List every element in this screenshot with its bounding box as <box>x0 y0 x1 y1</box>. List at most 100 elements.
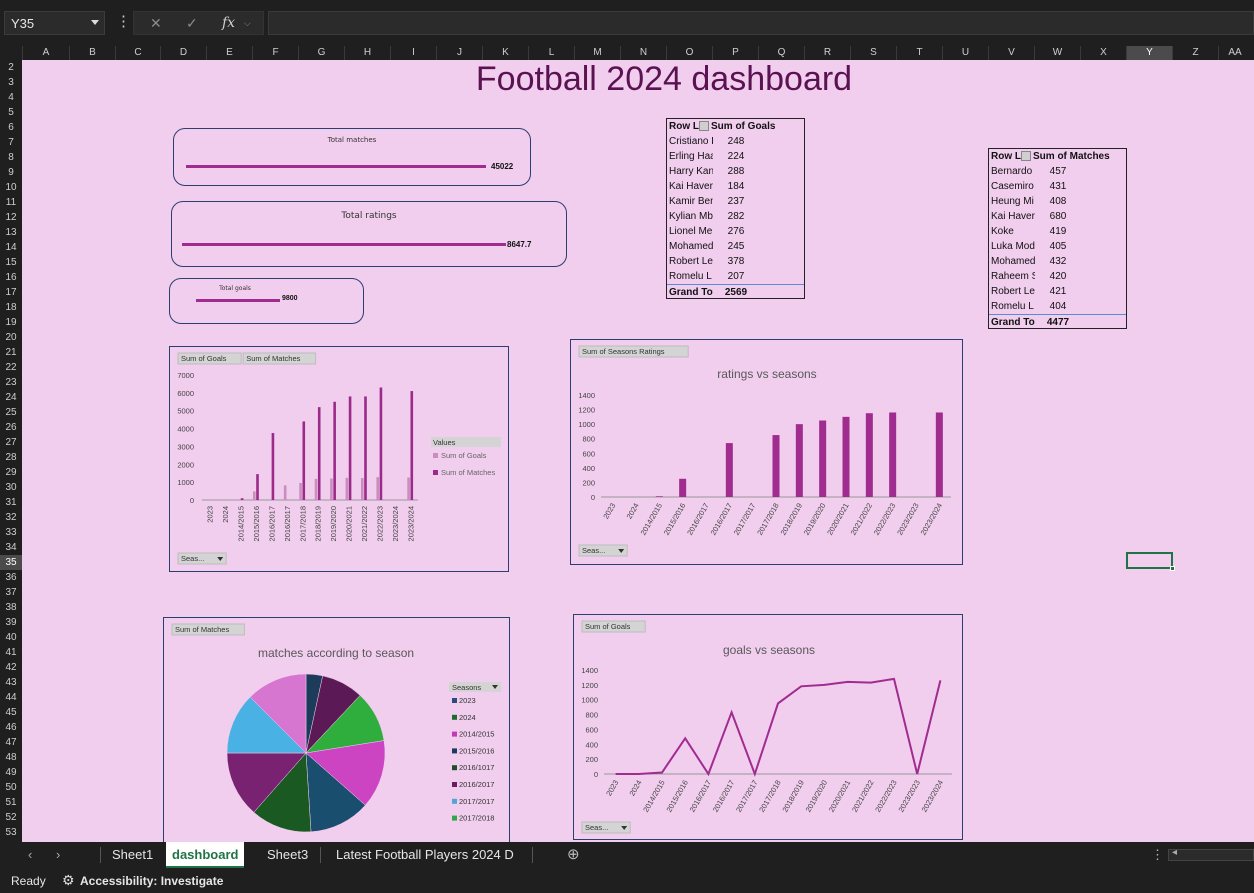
row-header[interactable]: 11 <box>0 195 22 210</box>
row-header[interactable]: 35 <box>0 555 22 570</box>
bar[interactable] <box>772 435 780 497</box>
filter-icon[interactable] <box>699 121 709 132</box>
column-header[interactable]: X <box>1080 46 1126 60</box>
select-all-corner[interactable] <box>0 46 22 60</box>
bar[interactable] <box>819 420 827 498</box>
row-header[interactable]: 53 <box>0 825 22 840</box>
row-header[interactable]: 28 <box>0 450 22 465</box>
row-header[interactable]: 16 <box>0 270 22 285</box>
row-header[interactable]: 29 <box>0 465 22 480</box>
bar[interactable] <box>348 396 352 500</box>
worksheet[interactable]: Football 2024 dashboard Total matches 45… <box>22 60 1254 842</box>
chart-goals-matches[interactable]: Sum of Goals Sum of Matches 0 1000 2000 3000 4… <box>169 346 509 572</box>
row-header[interactable]: 21 <box>0 345 22 360</box>
row-header[interactable]: 32 <box>0 510 22 525</box>
row-header[interactable]: 6 <box>0 120 22 135</box>
scroll-left-icon[interactable]: ‹ <box>22 842 38 868</box>
bar[interactable] <box>345 477 349 500</box>
row-header[interactable]: 20 <box>0 330 22 345</box>
column-header[interactable]: M <box>574 46 620 60</box>
kpi-total-matches[interactable]: Total matches 45022 <box>173 128 531 186</box>
row-header[interactable]: 43 <box>0 675 22 690</box>
bar[interactable] <box>253 491 256 500</box>
tab-dashboard[interactable]: dashboard <box>166 842 245 868</box>
column-header[interactable]: E <box>206 46 252 60</box>
row-header[interactable]: 44 <box>0 690 22 705</box>
row-header[interactable]: 34 <box>0 540 22 555</box>
column-header[interactable]: R <box>804 46 850 60</box>
tab-latest-football[interactable]: Latest Football Players 2024 D <box>330 842 520 868</box>
column-header[interactable]: B <box>69 46 115 60</box>
pivot-row[interactable]: Kai Havert 184 <box>667 179 804 194</box>
row-header[interactable]: 14 <box>0 240 22 255</box>
row-header[interactable]: 27 <box>0 435 22 450</box>
scroll-right-icon[interactable]: › <box>50 842 66 868</box>
column-header[interactable]: A <box>22 46 69 60</box>
chevron-down-icon[interactable]: ⌵ <box>244 18 251 29</box>
bar[interactable] <box>410 391 414 500</box>
column-header[interactable]: N <box>620 46 666 60</box>
column-header[interactable]: D <box>160 46 206 60</box>
bar[interactable] <box>889 412 897 497</box>
bar[interactable] <box>256 474 259 500</box>
row-header[interactable]: 41 <box>0 645 22 660</box>
scroll-left-icon[interactable]: ◂ <box>1172 847 1177 858</box>
pivot-row[interactable]: Cristiano R 248 <box>667 134 804 149</box>
add-sheet-icon[interactable]: ⊕ <box>561 842 586 868</box>
pivot-row[interactable]: Harry Kane 288 <box>667 164 804 179</box>
tab-sheet1[interactable]: Sheet1 <box>106 842 159 868</box>
pivot-row[interactable]: Casemiro 431 <box>989 179 1126 194</box>
formula-input[interactable] <box>268 11 1254 35</box>
bar[interactable] <box>379 387 383 501</box>
bar[interactable] <box>364 396 367 500</box>
more-options-icon[interactable]: ⋮ <box>1145 842 1170 868</box>
pivot-row[interactable]: Grand Tot 2569 <box>667 284 804 299</box>
column-header[interactable]: V <box>988 46 1034 60</box>
row-header[interactable]: 42 <box>0 660 22 675</box>
pivot-row[interactable]: Romelu L 207 <box>667 269 804 284</box>
row-header[interactable]: 3 <box>0 75 22 90</box>
pivot-row[interactable]: Raheem S 420 <box>989 269 1126 284</box>
column-header[interactable]: Z <box>1172 46 1218 60</box>
chart-goals-line[interactable]: Sum of Goals goals vs seasons 0 200 400 600 80… <box>573 614 963 840</box>
column-header[interactable]: O <box>666 46 712 60</box>
pivot-row[interactable]: Kamir Ben 237 <box>667 194 804 209</box>
tab-sheet3[interactable]: Sheet3 <box>261 842 314 868</box>
row-header[interactable]: 17 <box>0 285 22 300</box>
selected-cell[interactable] <box>1126 552 1175 571</box>
row-header[interactable]: 46 <box>0 720 22 735</box>
row-header[interactable]: 8 <box>0 150 22 165</box>
column-header[interactable]: K <box>482 46 528 60</box>
row-header[interactable]: 52 <box>0 810 22 825</box>
bar[interactable] <box>283 485 287 500</box>
bar[interactable] <box>333 401 336 500</box>
accessibility-icon[interactable]: ⚙ <box>62 872 75 889</box>
row-header[interactable]: 47 <box>0 735 22 750</box>
pivot-row[interactable]: Lionel Me 276 <box>667 224 804 239</box>
column-header[interactable]: J <box>436 46 482 60</box>
chevron-down-icon[interactable] <box>91 20 99 25</box>
kpi-total-goals[interactable]: Total goals 9800 <box>169 278 364 324</box>
row-header[interactable]: 9 <box>0 165 22 180</box>
row-header[interactable]: 30 <box>0 480 22 495</box>
row-header[interactable]: 7 <box>0 135 22 150</box>
pivot-row[interactable]: Romelu L 404 <box>989 299 1126 314</box>
pivot-row[interactable]: Mohamed 245 <box>667 239 804 254</box>
column-header[interactable]: L <box>528 46 574 60</box>
row-header[interactable]: 2 <box>0 60 22 75</box>
bar[interactable] <box>314 478 318 500</box>
name-box[interactable]: Y35 <box>4 11 105 35</box>
filter-icon[interactable] <box>1021 151 1031 162</box>
column-header[interactable]: AA <box>1218 46 1251 60</box>
row-header[interactable]: 19 <box>0 315 22 330</box>
row-header[interactable]: 49 <box>0 765 22 780</box>
row-header[interactable]: 24 <box>0 390 22 405</box>
bar[interactable] <box>407 477 410 501</box>
chart-ratings[interactable]: Sum of Seasons Ratings ratings vs seasons… <box>570 339 963 565</box>
pivot-row[interactable]: Heung Mi 408 <box>989 194 1126 209</box>
row-header[interactable]: 51 <box>0 795 22 810</box>
row-header[interactable]: 31 <box>0 495 22 510</box>
bar[interactable] <box>679 478 687 497</box>
row-header[interactable]: 26 <box>0 420 22 435</box>
row-header[interactable]: 22 <box>0 360 22 375</box>
